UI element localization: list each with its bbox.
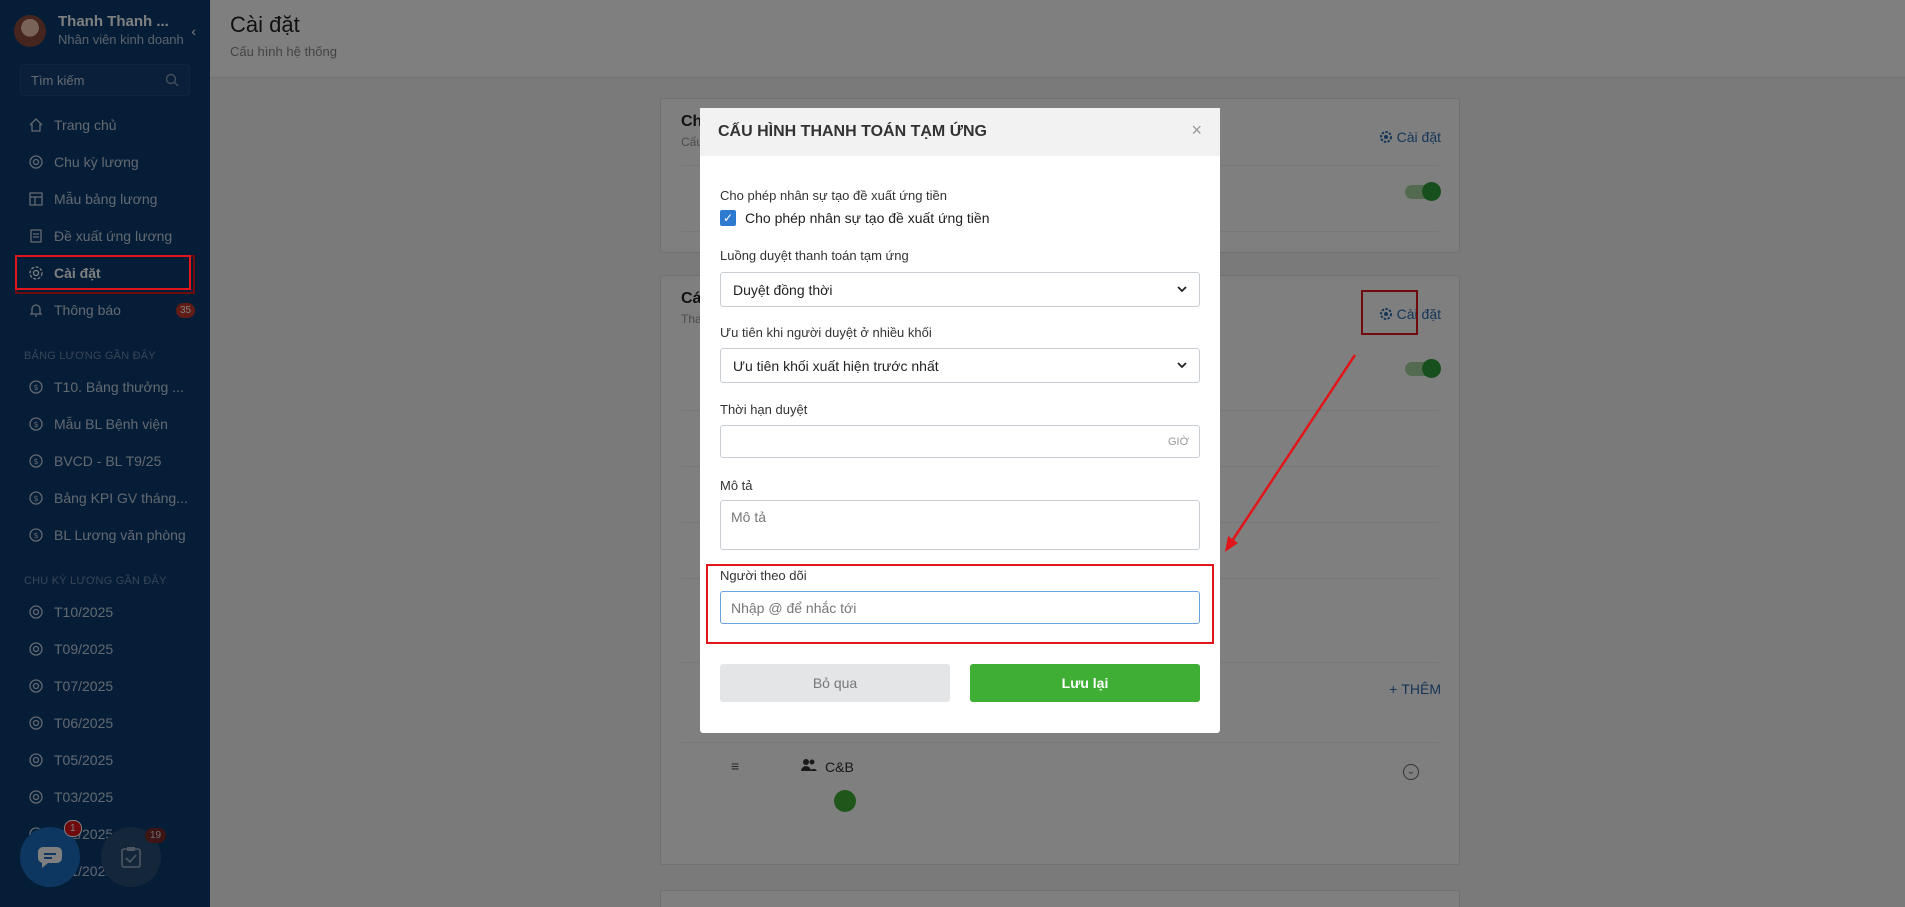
description-textarea[interactable]: Mô tả [720,500,1200,550]
approval-flow-select[interactable]: Duyệt đồng thời [720,272,1200,307]
modal-header: CẤU HÌNH THANH TOÁN TẠM ỨNG × [700,108,1220,156]
close-icon[interactable]: × [1191,120,1202,141]
flow-label: Luồng duyệt thanh toán tạm ứng [720,248,909,263]
advance-payment-config-modal: CẤU HÌNH THANH TOÁN TẠM ỨNG × Cho phép n… [700,108,1220,733]
allow-checkbox-row[interactable]: ✓ Cho phép nhân sự tạo đề xuất ứng tiền [720,210,989,226]
deadline-label: Thời hạn duyệt [720,402,808,417]
priority-select[interactable]: Ưu tiên khối xuất hiện trước nhất [720,348,1200,383]
allow-label: Cho phép nhân sự tạo đề xuất ứng tiền [720,188,948,203]
chevron-down-icon [1177,362,1187,369]
highlight-settings-nav [15,255,191,290]
deadline-input[interactable]: GIỜ [720,425,1200,458]
allow-checkbox[interactable]: ✓ [720,210,736,226]
modal-title: CẤU HÌNH THANH TOÁN TẠM ỨNG [718,123,987,140]
save-button[interactable]: Lưu lại [970,664,1200,702]
allow-checkbox-label: Cho phép nhân sự tạo đề xuất ứng tiền [745,210,990,226]
cancel-button[interactable]: Bỏ qua [720,664,950,702]
deadline-unit: GIỜ [1167,435,1189,448]
description-label: Mô tả [720,478,753,493]
highlight-follower-field [706,564,1214,644]
chevron-down-icon [1177,286,1187,293]
priority-label: Ưu tiên khi người duyệt ở nhiều khối [720,325,932,340]
